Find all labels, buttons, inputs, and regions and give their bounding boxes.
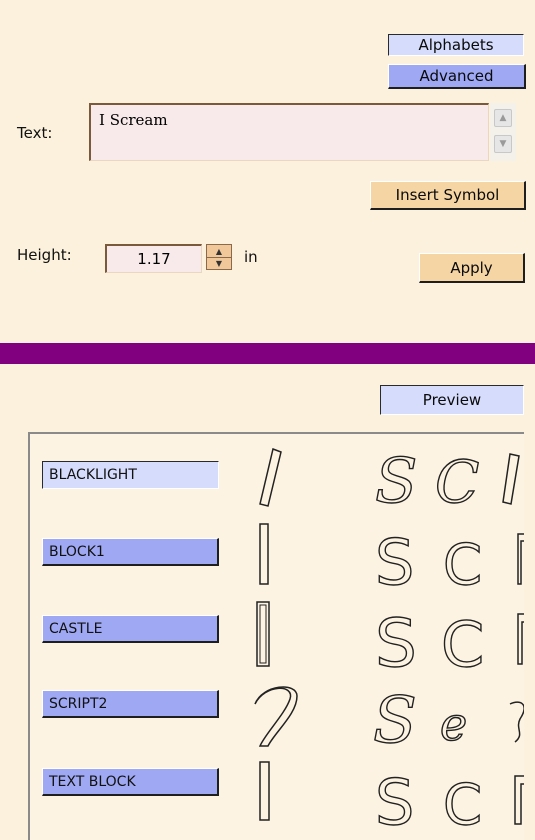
script2-preview-glyphs: S e <box>254 683 524 754</box>
font-item-castle[interactable]: CASTLE <box>42 615 219 643</box>
height-unit: in <box>244 248 258 266</box>
svg-text:S: S <box>373 684 417 754</box>
svg-text:S: S <box>375 766 414 834</box>
svg-text:C: C <box>435 448 479 514</box>
spin-up-icon[interactable]: ▲ <box>207 245 231 257</box>
scroll-up-icon[interactable]: ▲ <box>494 109 512 127</box>
svg-text:C: C <box>441 608 484 674</box>
height-label: Height: <box>17 246 72 264</box>
svg-text:S: S <box>375 526 414 594</box>
blacklight-preview-glyphs: S C <box>259 443 520 514</box>
height-spinner[interactable]: ▲ ▼ <box>206 244 232 270</box>
svg-text:e: e <box>440 697 467 751</box>
svg-text:C: C <box>443 773 482 834</box>
text-scrollbar[interactable]: ▲ ▼ <box>490 103 516 161</box>
font-item-blacklight[interactable]: BLACKLIGHT <box>42 461 219 489</box>
preview-button[interactable]: Preview <box>380 385 524 415</box>
insert-symbol-button[interactable]: Insert Symbol <box>370 181 526 210</box>
text-input[interactable]: I Scream <box>89 103 489 161</box>
section-divider <box>0 343 535 364</box>
spin-down-icon[interactable]: ▼ <box>207 257 231 269</box>
top-panel: Alphabets Advanced Text: I Scream ▲ ▼ In… <box>0 0 535 343</box>
apply-button[interactable]: Apply <box>419 253 525 283</box>
alphabets-tab[interactable]: Alphabets <box>388 34 524 56</box>
castle-preview-glyphs: S C <box>256 601 524 674</box>
height-input[interactable]: 1.17 <box>105 244 202 273</box>
text-label: Text: <box>17 124 53 142</box>
svg-text:C: C <box>443 533 482 594</box>
font-list[interactable]: BLACKLIGHT S C BLOCK1 S C CASTLE S C SCR… <box>28 432 524 840</box>
text-block-preview-glyphs: S C <box>259 761 524 834</box>
advanced-tab[interactable]: Advanced <box>388 64 526 89</box>
font-item-script2[interactable]: SCRIPT2 <box>42 690 219 718</box>
font-item-block1[interactable]: BLOCK1 <box>42 538 219 566</box>
font-item-text-block[interactable]: TEXT BLOCK <box>42 768 219 796</box>
svg-text:S: S <box>375 605 417 674</box>
block1-preview-glyphs: S C <box>259 523 524 594</box>
scroll-down-icon[interactable]: ▼ <box>494 135 512 153</box>
svg-text:S: S <box>375 444 417 514</box>
